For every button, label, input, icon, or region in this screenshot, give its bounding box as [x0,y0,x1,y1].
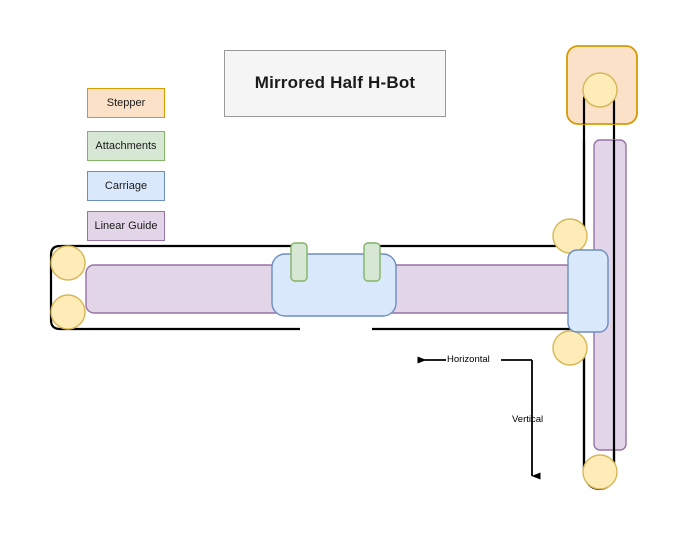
motor-pulley-icon [582,72,618,108]
left-lower-pulley-icon [50,294,86,330]
legend-item-linear-guide: Linear Guide [87,211,165,241]
left-upper-pulley-icon [50,245,86,281]
right-lower-pulley-icon [552,330,588,366]
diagram-title: Mirrored Half H-Bot [224,50,446,117]
axis-horizontal-label: Horizontal [447,354,490,365]
attachment-right [363,242,381,282]
right-upper-pulley-icon [552,218,588,254]
legend-item-attachments: Attachments [87,131,165,161]
bottom-pulley-icon [582,454,618,490]
legend-item-stepper: Stepper [87,88,165,118]
vertical-carriage [567,249,609,333]
attachment-left [290,242,308,282]
axis-vertical-label: Vertical [512,414,544,425]
legend-item-carriage: Carriage [87,171,165,201]
